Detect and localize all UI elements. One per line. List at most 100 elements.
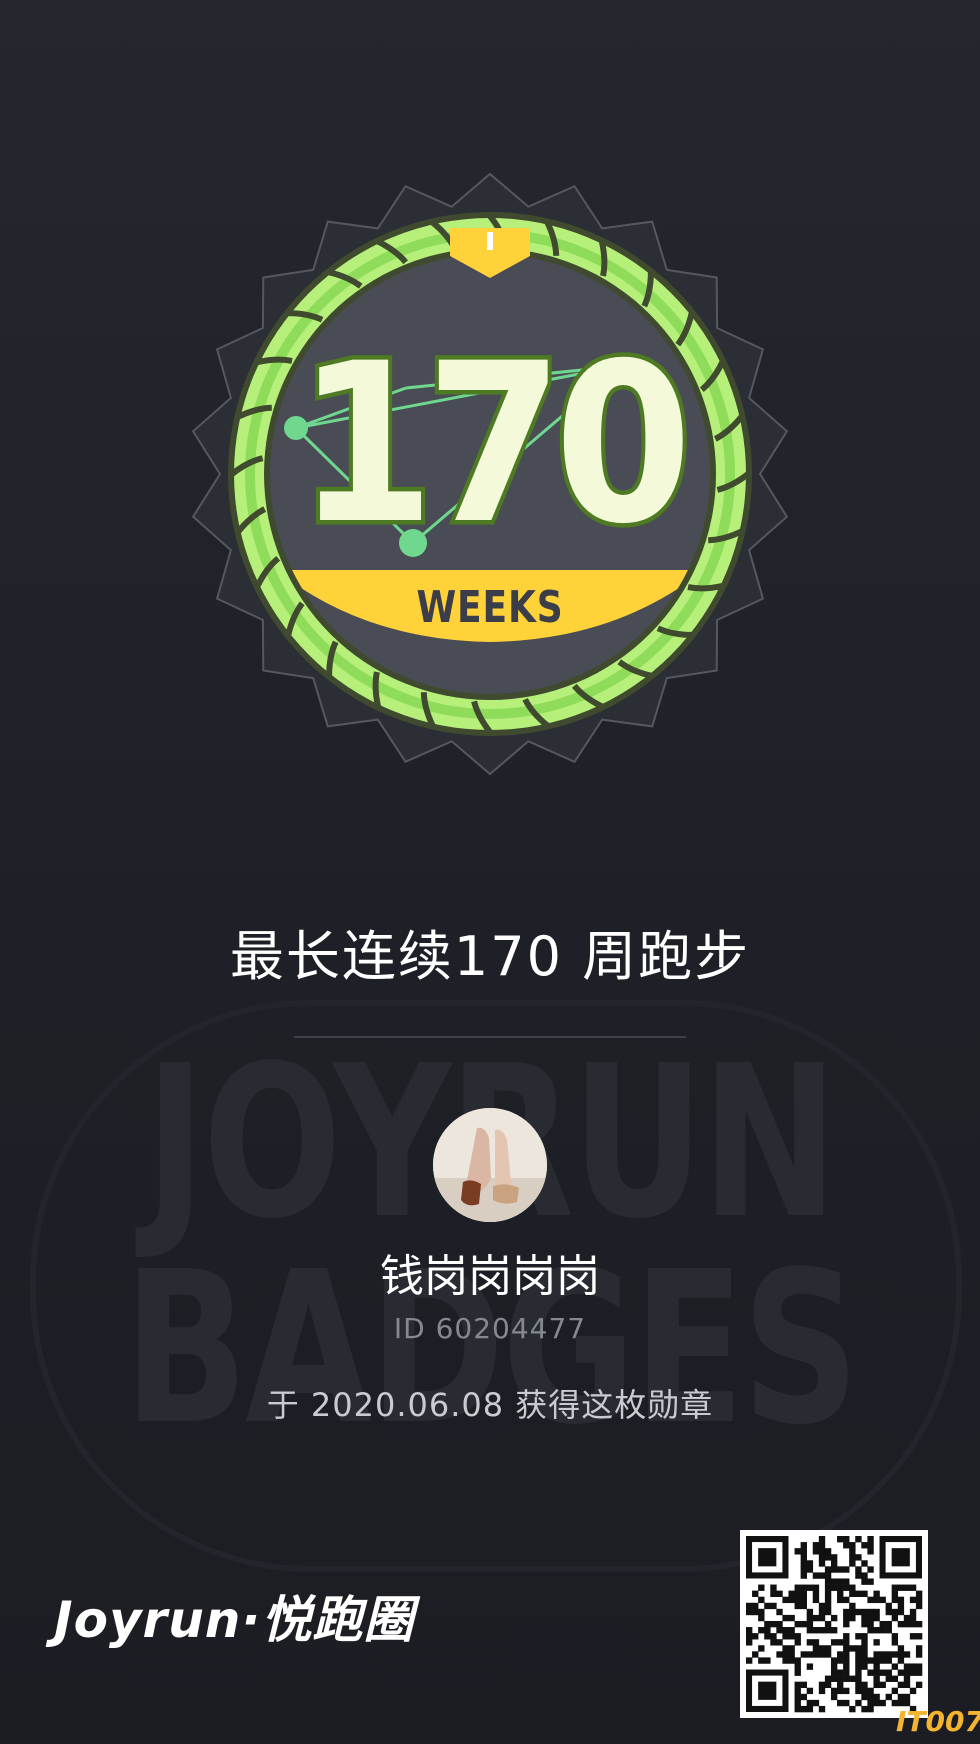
qr-module: [867, 1669, 874, 1676]
qr-module: [909, 1584, 917, 1591]
qr-module: [909, 1669, 917, 1676]
qr-module: [794, 1693, 801, 1701]
qr-module: [794, 1687, 801, 1695]
qr-module: [897, 1596, 905, 1604]
qr-module: [806, 1620, 814, 1628]
avatar-image: [433, 1108, 547, 1222]
qr-module: [794, 1699, 801, 1707]
qr-module: [897, 1669, 905, 1676]
qr-module: [824, 1572, 832, 1579]
qr-module: [824, 1627, 832, 1634]
username: 钱岗岗岗岗: [380, 1251, 600, 1302]
qr-module: [843, 1687, 850, 1695]
qr-module: [849, 1645, 856, 1652]
qr-module: [746, 1602, 753, 1610]
qr-module: [830, 1669, 838, 1676]
qr-module: [885, 1627, 892, 1634]
badge-ribbon-text: WEEKS: [416, 583, 563, 633]
qr-module: [891, 1596, 899, 1604]
qr-module: [806, 1687, 814, 1695]
qr-module: [897, 1645, 905, 1652]
qr-module: [891, 1590, 899, 1597]
qr-module: [794, 1620, 801, 1628]
qr-module: [806, 1651, 814, 1658]
qr-module: [824, 1681, 832, 1689]
qr-module: [879, 1627, 886, 1634]
qr-module: [903, 1651, 911, 1658]
qr-module: [824, 1645, 832, 1652]
qr-module: [770, 1602, 777, 1610]
qr-module: [824, 1590, 832, 1597]
avatar-icon[interactable]: [433, 1108, 547, 1222]
qr-module: [867, 1566, 874, 1573]
qr-module: [812, 1639, 820, 1646]
qr-module: [879, 1699, 886, 1707]
qr-module: [873, 1614, 880, 1622]
qr-module: [885, 1602, 892, 1610]
qr-module: [915, 1681, 923, 1689]
qr-module: [843, 1675, 850, 1682]
qr-module: [800, 1693, 807, 1701]
qr-module: [861, 1633, 868, 1640]
qr-module: [818, 1602, 826, 1610]
qr-module: [837, 1590, 844, 1597]
qr-code-icon[interactable]: [740, 1530, 928, 1718]
qr-module: [861, 1657, 868, 1664]
rope-twist: [598, 240, 608, 277]
qr-module: [818, 1614, 826, 1622]
qr-module: [867, 1614, 874, 1622]
qr-module: [867, 1627, 874, 1634]
qr-module: [843, 1614, 850, 1622]
qr-module: [794, 1548, 801, 1555]
qr-module: [788, 1596, 795, 1604]
qr-module: [885, 1693, 892, 1701]
qr-module: [824, 1554, 832, 1561]
qr-module: [812, 1584, 820, 1591]
qr-module: [800, 1548, 807, 1555]
qr-module: [746, 1657, 753, 1664]
qr-module: [873, 1669, 880, 1676]
qr-module: [849, 1602, 856, 1610]
qr-module: [915, 1590, 923, 1597]
qr-module: [818, 1705, 826, 1713]
qr-module: [794, 1639, 801, 1646]
qr-module: [873, 1639, 880, 1646]
qr-module: [855, 1554, 862, 1561]
qr-module: [837, 1651, 844, 1658]
qr-module: [855, 1608, 862, 1616]
qr-module: [830, 1675, 838, 1682]
qr-module: [861, 1590, 868, 1597]
qr-module: [837, 1596, 844, 1604]
qr-module: [885, 1657, 892, 1664]
qr-module: [873, 1596, 880, 1604]
qr-module: [855, 1675, 862, 1682]
qr-module: [770, 1584, 777, 1591]
qr-module: [873, 1627, 880, 1634]
qr-module: [746, 1639, 753, 1646]
qr-module: [867, 1705, 874, 1713]
qr-module: [897, 1620, 905, 1628]
qr-module: [806, 1639, 814, 1646]
qr-module: [788, 1590, 795, 1597]
qr-module: [824, 1675, 832, 1682]
qr-module: [867, 1657, 874, 1664]
qr-module: [782, 1633, 789, 1640]
qr-module: [891, 1687, 899, 1695]
qr-module: [861, 1639, 868, 1646]
qr-module: [824, 1620, 832, 1628]
qr-module: [794, 1590, 801, 1597]
qr-module: [867, 1578, 874, 1585]
badge-share-page: JOYRUN BADGES: [0, 0, 980, 1744]
shield-marker-tick: [487, 232, 493, 250]
qr-module: [855, 1699, 862, 1707]
qr-module: [824, 1608, 832, 1616]
qr-module: [806, 1627, 814, 1634]
qr-module: [897, 1651, 905, 1658]
qr-module: [812, 1614, 820, 1622]
qr-module: [867, 1536, 874, 1543]
qr-module: [855, 1669, 862, 1676]
qr-module: [849, 1548, 856, 1555]
qr-module: [897, 1584, 905, 1591]
qr-module: [873, 1608, 880, 1616]
qr-module: [897, 1608, 905, 1616]
